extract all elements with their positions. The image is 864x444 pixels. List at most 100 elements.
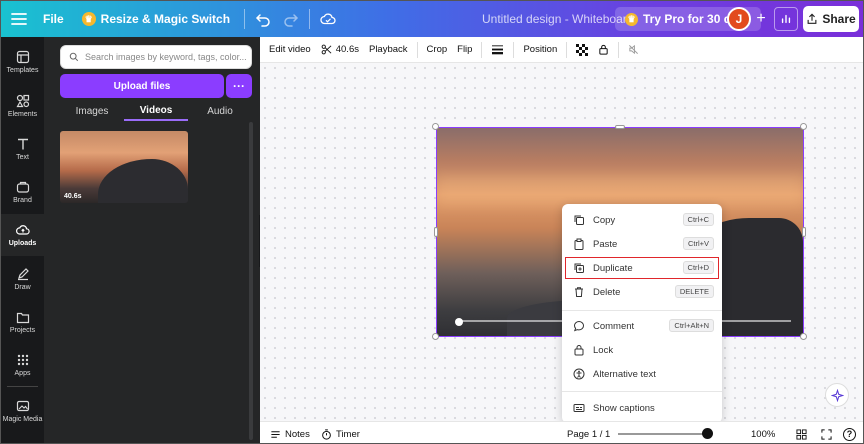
rail-item-brand[interactable]: Brand xyxy=(1,171,44,213)
trim-button[interactable]: 40.6s xyxy=(316,37,364,63)
rail-label: Templates xyxy=(6,67,39,74)
tab-images[interactable]: Images xyxy=(60,101,124,121)
upload-more-button[interactable]: ··· xyxy=(226,74,252,98)
crown-icon: ♛ xyxy=(625,12,638,26)
resize-label: Resize & Magic Switch xyxy=(100,12,231,26)
menu-item-comment[interactable]: Comment Ctrl+Alt+N xyxy=(566,316,718,336)
rail-label: Projects xyxy=(9,327,36,334)
apps-grid-icon xyxy=(17,354,28,366)
resize-magic-switch-button[interactable]: ♛ Resize & Magic Switch xyxy=(81,12,231,26)
notes-icon xyxy=(271,430,280,438)
draw-icon xyxy=(17,268,29,281)
zoom-slider-track[interactable] xyxy=(618,433,710,435)
menu-item-delete[interactable]: Delete DELETE xyxy=(566,282,718,302)
timer-button[interactable]: Timer xyxy=(321,422,360,443)
rail-item-elements[interactable]: Elements xyxy=(1,85,44,127)
shortcut-badge: Ctrl+Alt+N xyxy=(669,319,714,332)
divider xyxy=(309,9,311,29)
upload-cloud-icon xyxy=(15,225,30,235)
menu-item-paste[interactable]: Paste Ctrl+V xyxy=(566,234,718,254)
resize-handle[interactable] xyxy=(802,227,806,237)
copy-icon xyxy=(572,213,586,227)
menu-icon[interactable] xyxy=(1,1,37,37)
rail-item-text[interactable]: Text xyxy=(1,128,44,170)
tab-audio[interactable]: Audio xyxy=(188,101,252,121)
fullscreen-icon[interactable] xyxy=(821,422,832,443)
menu-label: Paste xyxy=(593,238,618,250)
position-button[interactable]: Position xyxy=(518,37,562,63)
rail-item-projects[interactable]: Projects xyxy=(1,301,44,343)
menu-label: Show captions xyxy=(593,402,655,414)
undo-icon[interactable] xyxy=(249,5,277,33)
text-icon xyxy=(17,138,28,150)
line-weight-icon[interactable] xyxy=(486,37,509,63)
tab-videos[interactable]: Videos xyxy=(124,101,188,121)
playback-button[interactable]: Playback xyxy=(364,37,413,63)
grid-view-icon[interactable] xyxy=(796,422,807,443)
zoom-level[interactable]: 100% xyxy=(751,422,775,443)
magic-assistant-button[interactable] xyxy=(825,383,849,407)
menu-label: Copy xyxy=(593,214,616,226)
help-button[interactable]: ? xyxy=(843,422,856,443)
search-input[interactable]: Search images by keyword, tags, color... xyxy=(60,45,252,69)
scissors-icon xyxy=(321,44,332,55)
share-icon xyxy=(807,13,817,24)
rail-item-apps[interactable]: Apps xyxy=(1,344,44,386)
transparency-icon[interactable] xyxy=(571,37,593,63)
rail-item-magic-media[interactable]: Magic Media xyxy=(1,390,44,432)
upload-files-button[interactable]: Upload files xyxy=(60,74,224,98)
menu-item-lock[interactable]: Lock xyxy=(566,340,718,360)
mute-icon[interactable] xyxy=(623,37,644,63)
resize-handle[interactable] xyxy=(434,227,438,237)
resize-handle[interactable] xyxy=(432,333,439,340)
rail-item-templates[interactable]: Templates xyxy=(1,41,44,83)
menu-item-duplicate[interactable]: Duplicate Ctrl+D xyxy=(565,257,719,279)
comment-icon xyxy=(572,319,586,333)
notes-button[interactable]: Notes xyxy=(270,422,310,443)
crop-button[interactable]: Crop xyxy=(422,37,453,63)
captions-icon xyxy=(572,401,586,415)
divider xyxy=(618,41,620,58)
video-duration: 40.6s xyxy=(64,193,82,200)
menu-divider xyxy=(562,310,722,311)
video-thumbnail[interactable]: 40.6s xyxy=(60,131,188,203)
resize-handle[interactable] xyxy=(615,125,625,129)
cloud-save-icon[interactable] xyxy=(314,5,342,33)
rail-item-uploads[interactable]: Uploads xyxy=(1,214,44,256)
menu-item-show-captions[interactable]: Show captions xyxy=(566,398,718,418)
lock-icon[interactable] xyxy=(593,37,614,63)
menu-divider xyxy=(562,391,722,392)
redo-icon[interactable] xyxy=(277,5,305,33)
resize-handle[interactable] xyxy=(432,123,439,130)
flip-button[interactable]: Flip xyxy=(452,37,477,63)
crown-icon: ♛ xyxy=(81,12,96,26)
rail-item-draw[interactable]: Draw xyxy=(1,258,44,300)
resize-handle[interactable] xyxy=(800,333,807,340)
rail-divider xyxy=(7,386,38,387)
file-menu[interactable]: File xyxy=(43,12,64,26)
rail-label: Elements xyxy=(7,111,38,118)
insights-icon[interactable] xyxy=(774,7,798,31)
avatar[interactable]: J xyxy=(727,7,751,31)
thumbnail-image xyxy=(98,159,188,203)
elements-icon xyxy=(15,94,29,108)
video-progress-knob[interactable] xyxy=(455,318,463,326)
edit-video-button[interactable]: Edit video xyxy=(264,37,316,63)
zoom-slider-knob[interactable] xyxy=(702,428,713,439)
page-indicator[interactable]: Page 1 / 1 xyxy=(567,422,610,443)
menu-item-copy[interactable]: Copy Ctrl+C xyxy=(566,210,718,230)
menu-item-alternative-text[interactable]: Alternative text xyxy=(566,364,718,384)
design-title[interactable]: Untitled design - Whiteboard xyxy=(482,12,633,26)
divider xyxy=(513,41,515,58)
shortcut-badge: Ctrl+V xyxy=(682,237,714,250)
share-button[interactable]: Share xyxy=(803,6,859,32)
shortcut-badge: Ctrl+D xyxy=(682,261,714,274)
panel-scrollbar[interactable] xyxy=(249,122,253,440)
resize-handle[interactable] xyxy=(800,123,807,130)
video-frame-sky xyxy=(437,176,803,206)
add-collaborator-icon[interactable]: + xyxy=(751,9,771,29)
templates-icon xyxy=(16,50,29,64)
brand-icon xyxy=(16,181,29,193)
rail-label: Uploads xyxy=(8,240,37,247)
timer-label: Timer xyxy=(336,428,360,440)
